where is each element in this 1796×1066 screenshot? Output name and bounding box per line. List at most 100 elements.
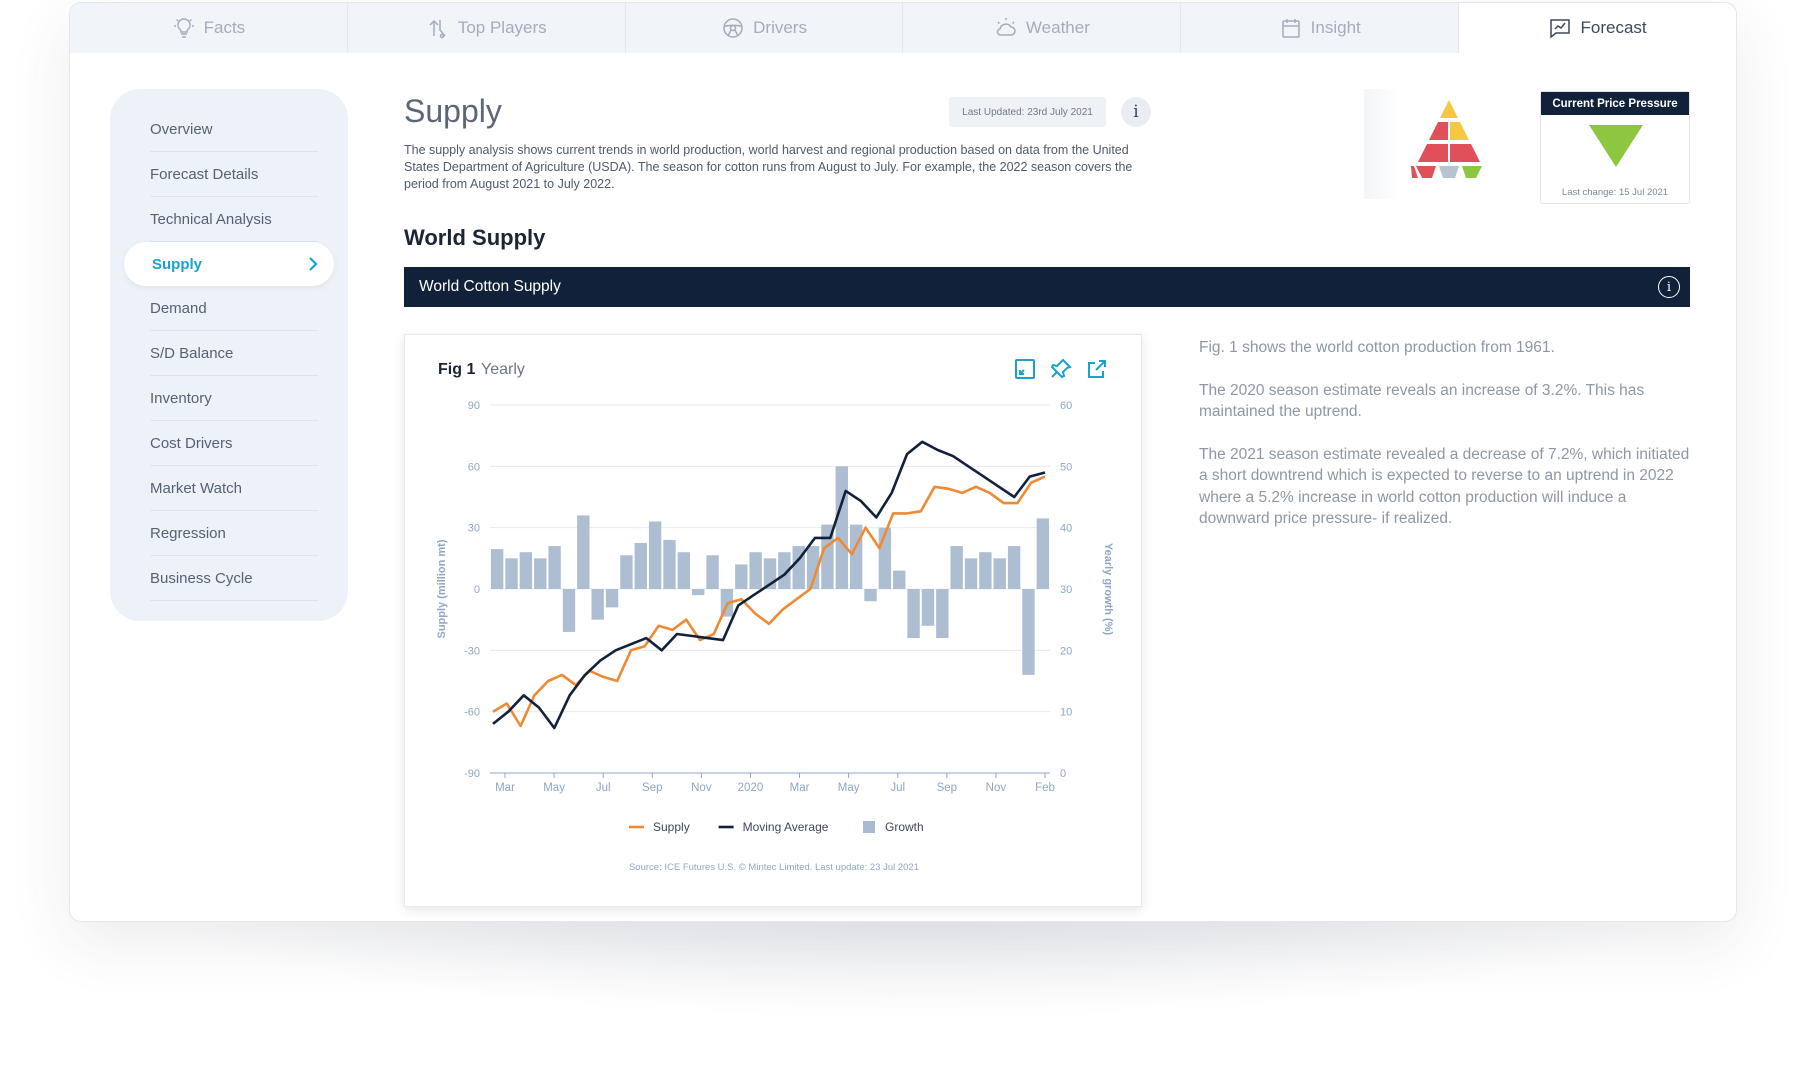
tab-weather[interactable]: Weather (903, 3, 1182, 53)
page-description: The supply analysis shows current trends… (404, 143, 1133, 191)
x-tick-label: Sep (642, 782, 662, 794)
y2-tick-label: 40 (1060, 523, 1072, 535)
chart-header-title: World Cotton Supply (419, 278, 561, 295)
growth-bar (735, 564, 748, 589)
sidebar-item-supply[interactable]: Supply (124, 242, 334, 286)
chevron-right-icon (309, 257, 318, 271)
sidebar-item-label: Forecast Details (150, 165, 259, 183)
sidebar-item-label: Business Cycle (150, 569, 253, 587)
growth-bar (1036, 518, 1049, 589)
x-tick-label: Jul (596, 782, 611, 794)
sidebar-item-label: Demand (150, 299, 207, 317)
calendar-icon (1281, 19, 1300, 38)
sidebar-item-label: Overview (150, 120, 213, 138)
sidebar-item-market-watch[interactable]: Market Watch (150, 466, 318, 511)
legend-label: Growth (885, 820, 924, 834)
growth-bar (505, 558, 518, 589)
note-paragraph: The 2020 season estimate reveals an incr… (1199, 381, 1645, 421)
chart-info-icon[interactable]: i (1658, 276, 1680, 298)
note-paragraph: Fig. 1 shows the world cotton production… (1199, 339, 1555, 356)
growth-bar (706, 555, 719, 589)
growth-bar (749, 552, 762, 589)
tab-label: Forecast (1580, 18, 1647, 37)
y2-tick-label: 30 (1060, 584, 1072, 596)
tab-top-players[interactable]: Top Players (348, 3, 626, 53)
tab-label: Drivers (753, 18, 807, 37)
x-tick-label: May (838, 782, 860, 794)
growth-bar (849, 524, 863, 589)
x-tick-label: May (543, 782, 565, 794)
chart-source: Source: ICE Futures U.S. © Mintec Limite… (629, 862, 919, 873)
x-tick-label: Mar (790, 782, 810, 794)
tab-facts[interactable]: Facts (70, 3, 348, 53)
sidebar-item-cost-drivers[interactable]: Cost Drivers (150, 421, 318, 466)
tab-insight[interactable]: Insight (1181, 3, 1460, 53)
sidebar-item-business-cycle[interactable]: Business Cycle (150, 556, 318, 601)
x-tick-label: Sep (937, 782, 957, 794)
chart-card: Fig 1 Yearly 90 60 30 0 -30 -60 -90 60 50 40 30 20 1… (404, 334, 1142, 907)
price-pressure-pyramid (1364, 89, 1534, 199)
y-tick-label: -90 (464, 768, 480, 780)
growth-bar (964, 558, 978, 589)
growth-bar (993, 558, 1006, 589)
page-title: Supply (404, 93, 502, 129)
sidebar-item-label: Supply (152, 255, 203, 273)
growth-bar (864, 589, 877, 602)
x-tick-label: Nov (986, 782, 1007, 794)
sidebar-item-overview[interactable]: Overview (150, 107, 318, 152)
weather-icon (996, 18, 1016, 36)
y2-tick-label: 20 (1060, 645, 1072, 657)
growth-bar (677, 552, 691, 589)
x-tick-label: Feb (1035, 782, 1055, 794)
x-tick-label: 2020 (738, 782, 764, 794)
tab-drivers[interactable]: Drivers (626, 3, 904, 53)
legend-label: Moving Average (743, 820, 829, 834)
sidebar-item-regression[interactable]: Regression (150, 511, 318, 556)
info-button[interactable]: i (1121, 97, 1151, 127)
growth-bar (893, 570, 906, 589)
growth-bar (577, 515, 590, 589)
legend-swatch (863, 821, 875, 833)
sidebar-item-label: Cost Drivers (150, 434, 233, 452)
note-paragraph: The 2021 season estimate revealed a decr… (1199, 445, 1690, 528)
x-tick-label: Nov (691, 782, 712, 794)
price-pressure-last-change: Last change: 15 Jul 2021 (1561, 187, 1669, 198)
y2-tick-label: 60 (1060, 400, 1072, 412)
current-price-pressure-card: Current Price Pressure Last change: 15 J… (1540, 91, 1690, 204)
sidebar-item-demand[interactable]: Demand (150, 286, 318, 331)
chart-header-bar: World Cotton Supply i (404, 267, 1690, 307)
sidebar: Overview Forecast Details Technical Anal… (110, 89, 348, 621)
growth-bar (591, 589, 604, 620)
growth-bar (634, 543, 647, 589)
growth-bar (692, 589, 705, 596)
chart-message-icon (1550, 19, 1571, 39)
y-tick-label: -60 (464, 707, 480, 719)
x-tick-label: Mar (495, 782, 515, 794)
app-window: Facts Top Players Drivers Weather Insigh… (69, 2, 1737, 922)
tab-forecast[interactable]: Forecast (1459, 3, 1736, 53)
growth-bar (648, 521, 662, 589)
sidebar-item-sd-balance[interactable]: S/D Balance (150, 331, 318, 376)
tab-label: Top Players (457, 18, 547, 37)
lightbulb-icon (173, 18, 194, 38)
sidebar-item-label: S/D Balance (150, 344, 234, 362)
y2-axis-label: Yearly growth (%) (1102, 543, 1114, 636)
y2-tick-label: 50 (1060, 461, 1072, 473)
growth-bar (950, 546, 963, 589)
chart-notes: Fig. 1 shows the world cotton production… (1199, 337, 1694, 551)
y2-tick-label: 10 (1060, 707, 1072, 719)
sidebar-item-inventory[interactable]: Inventory (150, 376, 318, 421)
sidebar-item-technical-analysis[interactable]: Technical Analysis (150, 197, 318, 242)
growth-bar (620, 555, 633, 589)
growth-bar (548, 546, 561, 589)
tab-bar: Facts Top Players Drivers Weather Insigh… (70, 3, 1736, 53)
tab-label: Weather (1025, 18, 1090, 37)
growth-bar (936, 589, 949, 639)
last-updated-badge: Last Updated: 23rd July 2021 (949, 97, 1106, 127)
growth-bar (519, 552, 533, 589)
growth-bar (605, 589, 619, 608)
sidebar-item-forecast-details[interactable]: Forecast Details (150, 152, 318, 197)
tab-label: Facts (203, 18, 246, 37)
y-tick-label: 90 (468, 400, 480, 412)
y-tick-label: 0 (474, 584, 480, 596)
